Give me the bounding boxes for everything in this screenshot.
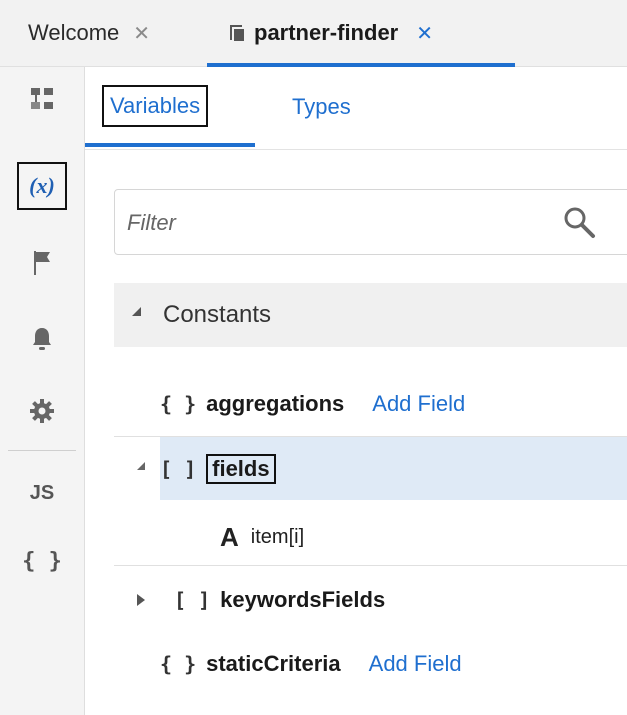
structure-button[interactable] xyxy=(15,77,69,121)
notifications-button[interactable] xyxy=(15,317,69,361)
row-divider xyxy=(114,565,627,566)
variables-button[interactable]: (x) xyxy=(17,162,67,210)
variables-types-tabs: Variables Types xyxy=(85,67,627,150)
variable-name: keywordsFields xyxy=(220,587,386,612)
object-type-icon: { } xyxy=(160,392,197,416)
search-icon[interactable] xyxy=(562,205,596,239)
tree-row-item[interactable]: A item[i] xyxy=(114,512,627,562)
tab-types[interactable]: Types xyxy=(292,87,351,127)
constants-section-header[interactable]: Constants xyxy=(114,283,627,347)
collapse-triangle-icon[interactable] xyxy=(132,306,141,316)
array-type-icon: [ ] xyxy=(160,456,197,481)
active-subtab-indicator xyxy=(85,143,255,147)
editor-tab-bar: Welcome ✕ partner-finder ✕ xyxy=(0,0,627,67)
filter-box xyxy=(114,189,627,255)
tab-partner-finder-label: partner-finder xyxy=(254,20,399,45)
collapse-fields-icon[interactable] xyxy=(137,462,145,470)
close-partner-finder-tab-icon[interactable]: ✕ xyxy=(416,21,433,46)
object-type-icon: { } xyxy=(160,652,197,676)
file-tree-icon xyxy=(31,88,53,109)
tab-partner-finder[interactable]: partner-finder ✕ xyxy=(230,0,433,66)
javascript-button[interactable]: JS xyxy=(15,471,69,515)
variables-icon: (x) xyxy=(29,173,55,198)
flag-icon xyxy=(34,251,50,275)
expand-keywordsfields-icon[interactable] xyxy=(137,594,145,606)
variable-name: staticCriteria xyxy=(206,651,341,676)
close-welcome-tab-icon[interactable]: ✕ xyxy=(133,21,150,46)
string-type-icon: A xyxy=(220,521,239,552)
add-field-link[interactable]: Add Field xyxy=(369,651,462,677)
json-button[interactable]: { } xyxy=(15,539,69,583)
tab-welcome[interactable]: Welcome ✕ xyxy=(28,0,150,66)
tab-welcome-label: Welcome xyxy=(28,20,120,45)
gear-icon xyxy=(30,399,54,423)
tab-variables[interactable]: Variables xyxy=(102,85,209,127)
variable-name: aggregations xyxy=(206,391,345,416)
bell-icon xyxy=(33,328,51,350)
variable-name: item[i] xyxy=(250,525,305,548)
section-label: Constants xyxy=(163,301,272,328)
variable-name: fields xyxy=(206,453,276,484)
page-icon xyxy=(230,25,244,41)
left-toolbar: (x) JS {} xyxy=(0,67,85,715)
tree-row-staticcriteria[interactable]: { } staticCriteria Add Field xyxy=(114,640,627,688)
tree-row-keywordsfields[interactable]: [ ] keywordsFields xyxy=(114,576,627,624)
tree-row-fields[interactable]: [ ] fields xyxy=(160,437,627,500)
add-field-link[interactable]: Add Field xyxy=(372,391,465,417)
json-icon: { } xyxy=(22,548,62,574)
tree-row-aggregations[interactable]: { } aggregations Add Field xyxy=(114,380,627,428)
array-type-icon: [ ] xyxy=(174,588,211,612)
js-icon: JS xyxy=(29,481,55,504)
toolbar-divider xyxy=(8,450,76,451)
settings-button[interactable] xyxy=(15,389,69,433)
events-button[interactable] xyxy=(15,241,69,285)
filter-input[interactable] xyxy=(125,202,549,244)
